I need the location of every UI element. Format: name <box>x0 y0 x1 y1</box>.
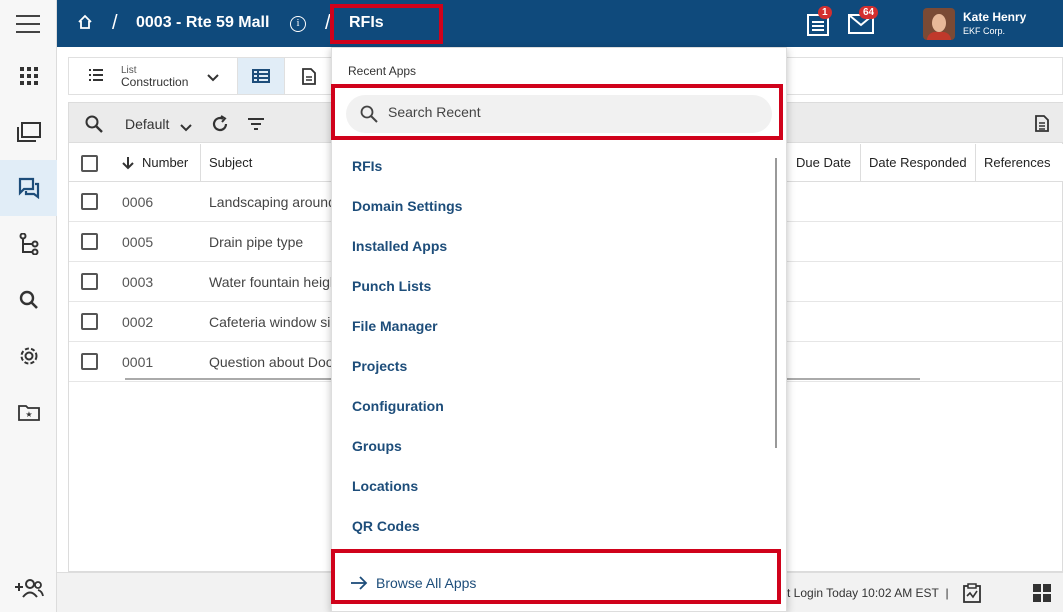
view-name[interactable]: Construction <box>121 75 188 89</box>
column-header-date-responded[interactable]: Date Responded <box>869 155 967 170</box>
row-checkbox[interactable] <box>81 353 98 370</box>
list-view-icon[interactable] <box>89 68 103 86</box>
export-document-icon[interactable] <box>1035 115 1049 137</box>
filter-icon[interactable] <box>247 117 265 136</box>
column-header-subject[interactable]: Subject <box>209 155 252 170</box>
highlight-box <box>331 84 783 140</box>
row-checkbox[interactable] <box>81 233 98 250</box>
search-icon[interactable] <box>85 115 103 138</box>
hamburger-menu-icon[interactable] <box>16 15 40 39</box>
home-icon[interactable] <box>77 14 93 35</box>
recent-app-item[interactable]: File Manager <box>352 318 438 334</box>
highlight-box <box>330 4 443 44</box>
rfi-number[interactable]: 0005 <box>122 234 153 250</box>
settings-gear-icon[interactable] <box>0 328 57 384</box>
column-header-references[interactable]: References <box>984 155 1050 170</box>
rfi-subject[interactable]: Drain pipe type <box>209 234 303 250</box>
recent-app-item[interactable]: Configuration <box>352 398 444 414</box>
rfi-number[interactable]: 0003 <box>122 274 153 290</box>
select-all-checkbox[interactable] <box>81 155 98 172</box>
recent-app-item[interactable]: Domain Settings <box>352 198 462 214</box>
rfi-subject[interactable]: Landscaping around <box>209 194 336 210</box>
clipboard-chart-icon[interactable] <box>963 583 981 608</box>
column-header-number[interactable]: Number <box>142 155 188 170</box>
last-login-text: t Login Today 10:02 AM EST | <box>787 586 949 600</box>
add-user-icon[interactable] <box>0 560 57 612</box>
rfi-subject[interactable]: Question about Doo <box>209 354 334 370</box>
windows-logo-icon[interactable] <box>1033 584 1051 607</box>
user-organization: EKF Corp. <box>963 26 1006 36</box>
recent-app-item[interactable]: Punch Lists <box>352 278 431 294</box>
saved-filter-select[interactable]: Default <box>125 116 169 132</box>
table-icon <box>252 69 270 83</box>
svg-text:★: ★ <box>25 410 32 419</box>
breadcrumb-project[interactable]: 0003 - Rte 59 Mall <box>136 14 269 32</box>
row-checkbox[interactable] <box>81 193 98 210</box>
recent-app-item[interactable]: Locations <box>352 478 418 494</box>
sort-arrow-down-icon[interactable] <box>122 156 134 175</box>
apps-grid-icon[interactable] <box>0 48 57 104</box>
rfi-number[interactable]: 0006 <box>122 194 153 210</box>
column-header-due-date[interactable]: Due Date <box>796 155 851 170</box>
recent-app-item[interactable]: Installed Apps <box>352 238 447 254</box>
highlight-box <box>331 549 781 604</box>
left-rail: ★ <box>0 0 57 612</box>
recent-app-item[interactable]: Groups <box>352 438 402 454</box>
documents-icon[interactable] <box>0 104 57 160</box>
rfi-subject[interactable]: Water fountain heigh <box>209 274 338 290</box>
table-view-button[interactable] <box>237 58 285 94</box>
workflow-icon[interactable] <box>0 216 57 272</box>
chevron-down-icon[interactable] <box>207 69 219 87</box>
breadcrumb-separator: / <box>112 12 118 34</box>
column-divider <box>975 144 976 182</box>
row-checkbox[interactable] <box>81 273 98 290</box>
rfis-chat-icon[interactable] <box>0 160 57 216</box>
row-checkbox[interactable] <box>81 313 98 330</box>
chevron-down-icon[interactable] <box>180 119 192 137</box>
top-header: / 0003 - Rte 59 Mall i / RFIs 1 64 Kate … <box>57 0 1063 47</box>
recent-app-item[interactable]: QR Codes <box>352 518 420 534</box>
column-divider <box>200 144 201 182</box>
dropdown-title: Recent Apps <box>348 64 417 78</box>
recent-app-item[interactable]: Projects <box>352 358 407 374</box>
rfi-number[interactable]: 0001 <box>122 354 153 370</box>
search-icon[interactable] <box>0 272 57 328</box>
tasks-badge: 1 <box>818 6 832 19</box>
column-divider <box>860 144 861 182</box>
user-avatar[interactable] <box>923 8 955 40</box>
user-name[interactable]: Kate Henry <box>963 10 1026 24</box>
rfi-subject[interactable]: Cafeteria window si <box>209 314 330 330</box>
info-icon[interactable]: i <box>290 16 306 32</box>
recent-app-item[interactable]: RFIs <box>352 158 382 174</box>
dropdown-scrollbar[interactable] <box>775 158 777 448</box>
document-view-icon[interactable] <box>302 68 316 90</box>
favorites-folder-icon[interactable]: ★ <box>0 384 57 440</box>
mail-badge: 64 <box>859 6 879 19</box>
refresh-icon[interactable] <box>211 115 229 138</box>
rfi-number[interactable]: 0002 <box>122 314 153 330</box>
